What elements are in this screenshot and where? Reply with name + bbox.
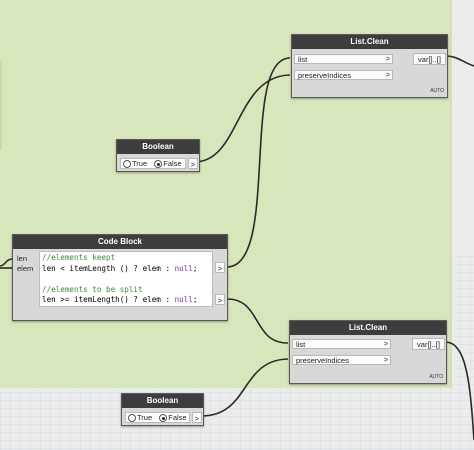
lacing-label[interactable]: AUTO [429,374,443,380]
code-block-node[interactable]: Code Block len elem //elements keept len … [12,234,228,321]
input-port-preserveindices[interactable]: preserveIndices > [294,70,393,80]
node-title[interactable]: Boolean [122,394,203,408]
code-editor[interactable]: //elements keept len < itemLength () ? el… [39,251,213,307]
output-port[interactable]: > [192,412,202,423]
node-title[interactable]: List.Clean [292,35,447,49]
wire-bool-bottom-to-preserve [200,358,289,417]
node-title[interactable]: Boolean [117,140,199,154]
boolean-selector: True False [125,412,190,423]
radio-icon [128,414,136,423]
boolean-selector: True False [120,158,186,169]
input-port-preserveindices[interactable]: preserveIndices > [292,355,391,365]
output-port-2[interactable]: > [215,294,225,305]
code-line-1: len < itemLength () ? elem : null; [42,263,198,273]
code-line-2: len >= itemLength() ? elem : null; [42,295,198,304]
boolean-node-top[interactable]: Boolean True False > [116,139,200,172]
code-line-comment-2: //elements to be split [42,284,143,294]
input-port-list[interactable]: list > [294,54,393,64]
node-title[interactable]: Code Block [13,235,227,249]
code-line-comment-1: //elements keept [42,253,116,262]
radio-selected-icon [154,160,163,169]
wire-code-out2-to-list-bottom [226,298,289,344]
boolean-node-bottom[interactable]: Boolean True False > [121,393,204,426]
lacing-label[interactable]: AUTO [430,88,444,94]
output-port[interactable]: var[]..[] [412,338,445,350]
input-port-list[interactable]: list > [292,339,391,349]
output-port[interactable]: var[]..[] [413,53,446,65]
radio-false[interactable]: False [159,413,187,423]
port-arrow-icon: > [383,341,388,348]
radio-false[interactable]: False [154,159,182,169]
wire-left-len [0,258,13,267]
list-clean-node-top[interactable]: List.Clean list > preserveIndices > var[… [291,34,448,98]
wire-bool-top-to-preserve [195,74,291,163]
input-port-elem[interactable]: elem [14,264,38,274]
port-arrow-icon: > [385,72,390,79]
radio-selected-icon [159,414,168,423]
radio-true[interactable]: True [128,413,152,423]
graph-canvas[interactable]: List.Clean list > preserveIndices > var[… [0,0,474,450]
wire-list-top-output [444,55,474,67]
radio-true[interactable]: True [123,159,147,169]
wire-list-bottom-output [444,341,474,441]
output-port-1[interactable]: > [215,262,225,273]
output-port[interactable]: > [188,158,198,169]
port-arrow-icon: > [383,357,388,364]
list-clean-node-bottom[interactable]: List.Clean list > preserveIndices > var[… [289,320,447,384]
input-port-len[interactable]: len [14,254,38,264]
radio-icon [123,160,131,169]
node-title[interactable]: List.Clean [290,321,446,335]
port-arrow-icon: > [385,56,390,63]
